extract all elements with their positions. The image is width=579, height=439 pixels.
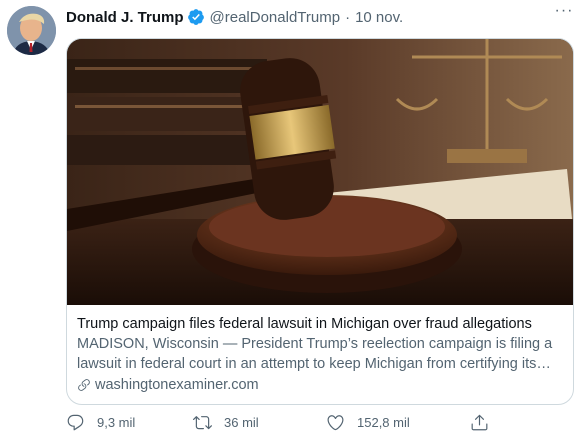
retweet-icon [193,416,212,430]
link-card[interactable]: Trump campaign files federal lawsuit in … [66,38,574,405]
like-icon [327,415,344,431]
retweet-button[interactable]: 36 mil [193,413,259,432]
tweet-actions: 9,3 mil 36 mil 152,8 mil [66,413,496,435]
tweet-header: Donald J. Trump @realDonaldTrump · 10 no… [66,7,569,27]
card-domain: washingtonexaminer.com [77,375,563,395]
share-icon [471,414,488,431]
tweet-date[interactable]: 10 nov. [355,9,403,26]
like-button[interactable]: 152,8 mil [326,413,410,432]
reply-button[interactable]: 9,3 mil [66,413,135,432]
card-description: MADISON, Wisconsin — President Trump’s r… [77,336,553,372]
share-button[interactable] [470,413,501,432]
verified-badge-icon [187,8,205,26]
card-image [67,39,573,305]
gavel-image [67,39,573,305]
avatar[interactable] [7,6,56,55]
like-count: 152,8 mil [357,415,410,430]
link-icon [78,379,90,391]
card-text: Trump campaign files federal lawsuit in … [77,314,563,395]
reply-icon [67,414,84,431]
avatar-image [7,6,56,55]
card-title: Trump campaign files federal lawsuit in … [77,316,532,332]
separator-dot: · [345,8,351,26]
author-handle[interactable]: @realDonaldTrump [210,9,341,26]
more-label: ··· [554,2,574,19]
retweet-count: 36 mil [224,415,259,430]
reply-count: 9,3 mil [97,415,136,430]
more-icon[interactable]: ··· [552,2,576,20]
card-domain-text[interactable]: washingtonexaminer.com [95,375,259,395]
author-name[interactable]: Donald J. Trump [66,9,184,26]
